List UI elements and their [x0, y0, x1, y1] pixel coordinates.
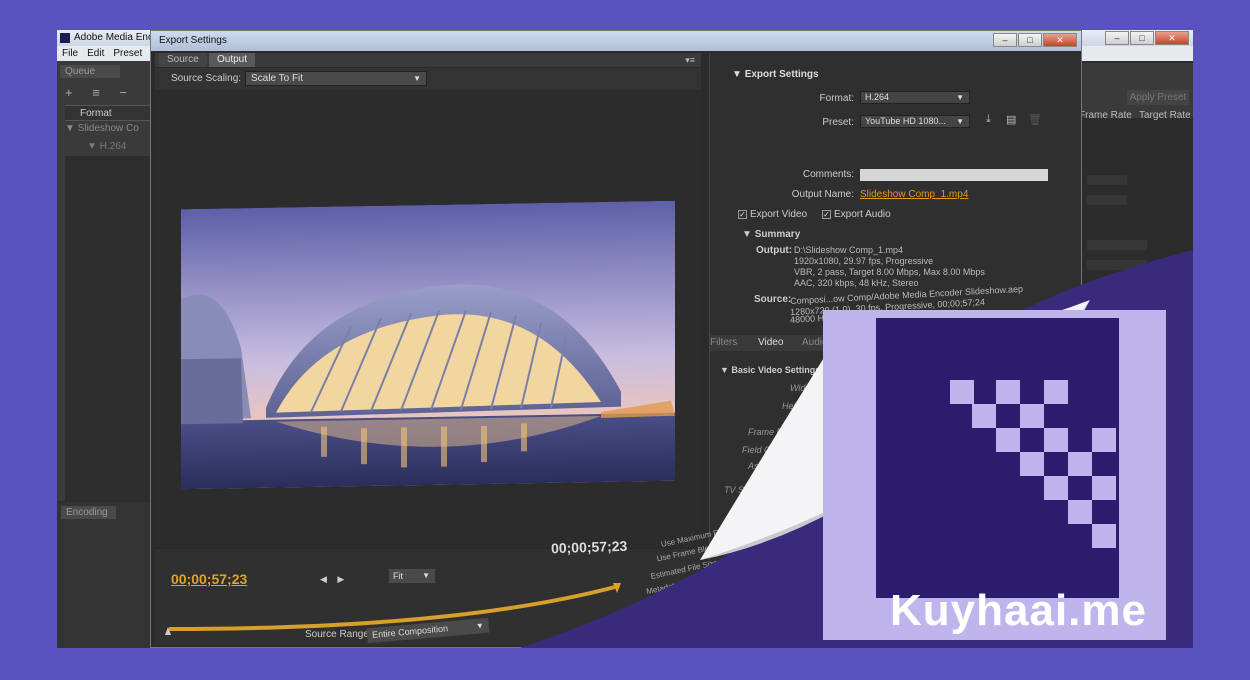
output-name-label: Output Name:	[791, 189, 854, 200]
source-scaling-label: Source Scaling:	[171, 73, 242, 84]
encoding-panel: Encoding	[57, 502, 157, 648]
tab-source[interactable]: Source	[159, 53, 207, 67]
video-settings-tabs: Filters Video Audio Multiplexer FTP	[710, 335, 1081, 351]
aspect-label: Aspect:	[748, 461, 779, 471]
chevron-down-icon: ▼	[956, 93, 964, 102]
format-column-header[interactable]: Format	[65, 105, 157, 121]
source-range-label: Source Range:	[305, 629, 372, 640]
close-button[interactable]: ✕	[1155, 31, 1189, 45]
field-order-label: Field Order:	[742, 445, 790, 455]
minimize-button[interactable]: –	[1105, 31, 1129, 45]
format-dropdown[interactable]: H.264 ▼	[860, 91, 970, 104]
delete-preset-icon[interactable]: 🗑	[1028, 113, 1042, 126]
summary-title: Summary	[754, 229, 801, 240]
export-audio-label: Export Audio	[834, 209, 891, 220]
architecture-photo	[181, 200, 675, 490]
summary-output-label: Output:	[756, 245, 793, 256]
export-settings-dialog: Export Settings – □ ✕ Source Output ▾≡ S…	[150, 30, 1082, 648]
export-video-checkbox[interactable]: ✓ Export Video	[738, 209, 807, 220]
dialog-maximize-button[interactable]: □	[1018, 33, 1042, 47]
queue-subitem[interactable]: ▼ H.264	[87, 141, 126, 152]
summary-source-label: Source:	[754, 294, 792, 305]
tab-video[interactable]: Video	[758, 337, 783, 348]
dialog-title: Export Settings	[159, 35, 227, 46]
preset-label: Preset:	[822, 117, 854, 128]
source-scaling-dropdown[interactable]: Scale To Fit ▼	[245, 71, 427, 86]
checkmark-icon: ✓	[822, 210, 831, 219]
preset-dropdown[interactable]: YouTube HD 1080... ▼	[860, 115, 970, 128]
summary-output-line: D:\Slideshow Comp_1.mp4	[794, 245, 904, 255]
summary-output-line: AAC, 320 kbps, 48 kHz, Stereo	[794, 278, 919, 288]
watermark-text: Kuyhaai.me	[890, 586, 1147, 635]
basic-video-settings-header[interactable]: ▼ Basic Video Settings	[720, 365, 820, 375]
dialog-window-controls: – □ ✕	[993, 33, 1077, 47]
tab-audio[interactable]: Audio	[802, 337, 828, 348]
preview-tabs: Source Output ▾≡	[155, 53, 701, 67]
checkmark-icon: ✓	[738, 210, 747, 219]
export-settings-pane: ▼ Export Settings Format: H.264 ▼ Preset…	[646, 53, 1081, 645]
queue-panel: Queue + ≡ − ▭ Format ▼ Slideshow Co ▼ H.…	[57, 61, 157, 511]
preset-row	[1087, 260, 1147, 270]
summary-output-line: 1920x1080, 29.97 fps, Progressive	[794, 256, 934, 266]
media-encoder-logo-icon	[60, 33, 70, 43]
apply-preset-button[interactable]: Apply Preset	[1127, 90, 1189, 105]
export-settings-title: Export Settings	[744, 69, 819, 80]
queue-list	[65, 156, 157, 511]
panel-menu-icon[interactable]: ▾≡	[685, 55, 695, 66]
basic-video-title: Basic Video Settings	[731, 365, 821, 375]
dialog-close-button[interactable]: ✕	[1043, 33, 1077, 47]
maximize-button[interactable]: □	[1130, 31, 1154, 45]
import-preset-icon[interactable]: ▤	[1006, 113, 1016, 126]
export-audio-checkbox[interactable]: ✓ Export Audio	[822, 209, 891, 220]
preview-pane: Source Output ▾≡ Source Scaling: Scale T…	[155, 53, 701, 645]
duration-display: 00;00;57;23	[550, 537, 628, 557]
queue-tab[interactable]: Queue	[60, 65, 120, 78]
source-scaling-bar: Source Scaling: Scale To Fit ▼	[155, 68, 701, 90]
summary-output-line: VBR, 2 pass, Target 8.00 Mbps, Max 8.00 …	[794, 267, 985, 277]
menu-file[interactable]: File	[62, 46, 78, 61]
menu-edit[interactable]: Edit	[87, 46, 104, 61]
width-label: Width:	[790, 383, 816, 393]
menu-preset[interactable]: Preset	[113, 46, 142, 61]
app-title: Adobe Media Enc	[74, 32, 153, 43]
save-preset-icon[interactable]: ⤓	[986, 113, 991, 126]
tv-standard-label: TV Standard:	[724, 485, 778, 495]
queue-item-label: Slideshow Co	[77, 123, 139, 134]
tab-multiplexer[interactable]: Multiplexer	[848, 337, 896, 348]
preset-row	[1087, 240, 1147, 250]
video-preview-frame	[181, 200, 675, 490]
frame-rate-column-header[interactable]: Frame Rate	[1079, 110, 1132, 121]
height-label: Height:	[782, 401, 811, 411]
export-settings-header[interactable]: ▼ Export Settings	[732, 69, 819, 80]
queue-item[interactable]: ▼ Slideshow Co	[65, 123, 139, 134]
app-window-controls: – □ ✕	[1105, 31, 1189, 45]
format-label: Format:	[819, 93, 854, 104]
source-scaling-value: Scale To Fit	[251, 73, 304, 84]
target-rate-column-header[interactable]: Target Rate	[1139, 110, 1191, 121]
preset-row	[1087, 175, 1127, 185]
queue-subitem-label: H.264	[99, 141, 127, 152]
tab-ftp[interactable]: FTP	[910, 337, 929, 348]
summary-header[interactable]: ▼ Summary	[742, 229, 800, 240]
preset-value: YouTube HD 1080...	[865, 116, 946, 126]
chevron-down-icon: ▼	[956, 117, 964, 126]
export-video-label: Export Video	[750, 209, 808, 220]
encoding-tab[interactable]: Encoding	[61, 506, 116, 519]
dialog-minimize-button[interactable]: –	[993, 33, 1017, 47]
video-preview-area	[155, 91, 701, 547]
format-value: H.264	[865, 92, 890, 102]
comments-input[interactable]	[860, 169, 1048, 181]
comments-label: Comments:	[802, 169, 854, 180]
tab-filters[interactable]: Filters	[710, 337, 737, 348]
timeline-area: 00;00;57;23 00;00;57;23 ◀ ▶ Fit ▼ Source…	[155, 538, 701, 645]
chevron-down-icon: ▼	[475, 621, 485, 631]
chevron-down-icon: ▼	[413, 74, 421, 83]
preset-row	[1087, 195, 1127, 205]
dialog-titlebar: Export Settings – □ ✕	[151, 31, 1081, 51]
tab-output[interactable]: Output	[209, 53, 256, 67]
frame-rate-label: Frame Rate:	[748, 427, 799, 437]
output-name-link[interactable]: Slideshow Comp_1.mp4	[860, 189, 968, 200]
